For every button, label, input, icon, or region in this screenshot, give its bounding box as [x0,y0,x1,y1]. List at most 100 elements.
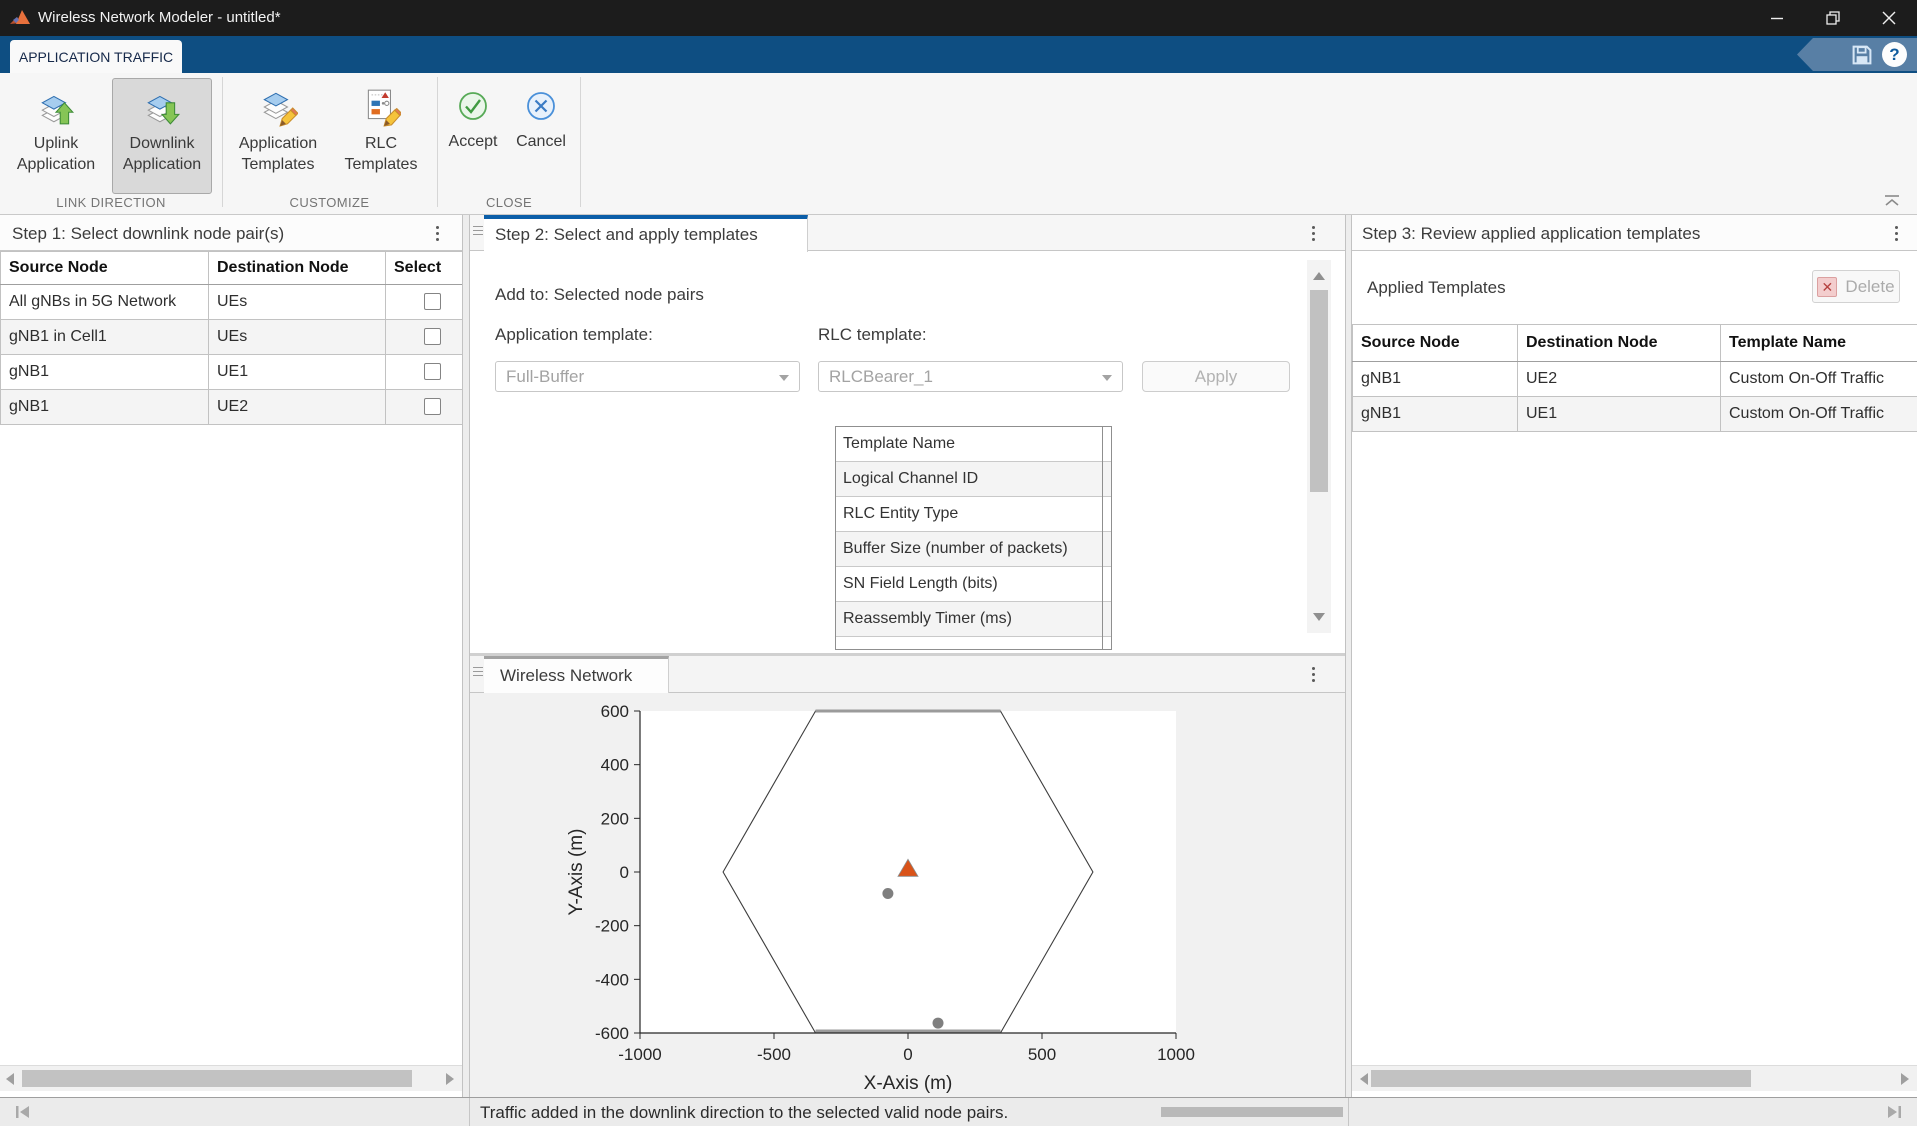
rlc-template-dropdown[interactable]: RLCBearer_1 [818,361,1123,392]
button-label: Uplink [17,133,95,154]
application-template-dropdown[interactable]: Full-Buffer [495,361,800,392]
step1-panel: Step 1: Select downlink node pair(s) Sou… [0,215,462,1097]
delete-button[interactable]: ✕ Delete [1812,270,1900,303]
scrollbar-thumb[interactable] [1371,1070,1751,1087]
wireless-network-tab[interactable]: Wireless Network [484,656,669,693]
button-label: Accept [449,131,498,152]
column-header: Source Node [1,252,209,285]
collapse-ribbon-icon[interactable] [1883,194,1901,208]
applied-templates-table: Source Node Destination Node Template Na… [1352,324,1917,432]
network-plot[interactable]: -1000-50005001000-600-400-2000200400600X… [470,693,1345,1097]
step3-title: Step 3: Review applied application templ… [1362,224,1700,244]
svg-text:-500: -500 [757,1045,791,1064]
status-bar: Traffic added in the downlink direction … [0,1097,1917,1126]
scroll-right-icon[interactable] [1901,1073,1909,1085]
list-item[interactable]: Buffer Size (number of packets) [836,532,1111,567]
accept-button[interactable]: Accept [440,78,506,194]
scroll-down-icon[interactable] [1313,613,1325,621]
svg-text:0: 0 [620,863,629,882]
skip-to-start-icon[interactable] [15,1105,31,1119]
restore-button[interactable] [1805,0,1861,36]
source-node-cell: gNB1 [1353,397,1518,432]
matlab-logo-icon [9,7,31,29]
group-customize: ApplicationTemplates RLCTemplates CUSTOM… [223,73,436,214]
group-label-close: CLOSE [438,195,580,210]
table-row[interactable]: All gNBs in 5G Network UEs [1,285,464,320]
rlc-templates-button[interactable]: RLCTemplates [331,78,431,194]
step2-vertical-scrollbar[interactable] [1307,260,1331,633]
list-item[interactable]: Logical Channel ID [836,462,1111,497]
step1-title: Step 1: Select downlink node pair(s) [12,224,284,244]
scrollbar-thumb[interactable] [22,1070,412,1087]
table-row[interactable]: gNB1 UE2 [1,390,464,425]
row-select-checkbox[interactable] [424,328,441,345]
row-select-checkbox[interactable] [424,398,441,415]
button-label: Templates [239,154,317,175]
minimize-icon [1770,11,1784,25]
template-name-cell: Custom On-Off Traffic [1721,397,1917,432]
wireless-network-menu-icon[interactable] [1306,664,1320,684]
drag-handle-icon[interactable] [473,667,484,681]
table-row[interactable]: gNB1 in Cell1 UEs [1,320,464,355]
toolbar-separator [580,77,581,207]
button-label: Application [17,154,95,175]
list-item[interactable]: RLC Entity Type [836,497,1111,532]
step1-horizontal-scrollbar[interactable] [0,1065,462,1091]
scroll-left-icon[interactable] [1360,1073,1368,1085]
tab-application-traffic[interactable]: APPLICATION TRAFFIC [10,40,182,73]
source-node-cell: gNB1 in Cell1 [1,320,209,355]
svg-text:-600: -600 [595,1024,629,1043]
delete-label: Delete [1845,277,1894,297]
list-item[interactable]: Template Name [836,427,1111,462]
status-divider [1348,1098,1349,1126]
skip-to-end-icon[interactable] [1886,1105,1902,1119]
source-node-cell: All gNBs in 5G Network [1,285,209,320]
close-button[interactable] [1861,0,1917,36]
layers-down-arrow-icon [142,87,182,127]
step3-menu-icon[interactable] [1889,223,1903,243]
table-row[interactable]: gNB1 UE1 Custom On-Off Traffic [1353,397,1917,432]
delete-x-icon: ✕ [1817,277,1837,297]
apply-button[interactable]: Apply [1142,361,1290,392]
minimize-button[interactable] [1749,0,1805,36]
button-label: Templates [345,154,418,175]
application-templates-button[interactable]: ApplicationTemplates [228,78,328,194]
step1-menu-icon[interactable] [430,223,444,243]
row-select-checkbox[interactable] [424,363,441,380]
table-row[interactable]: gNB1 UE2 Custom On-Off Traffic [1353,362,1917,397]
table-row[interactable]: gNB1 UE1 [1,355,464,390]
downlink-application-button[interactable]: DownlinkApplication [112,78,212,194]
row-select-checkbox[interactable] [424,293,441,310]
svg-text:X-Axis (m): X-Axis (m) [864,1073,953,1094]
svg-text:Y-Axis (m): Y-Axis (m) [566,829,587,916]
cancel-button[interactable]: Cancel [508,78,574,194]
status-scrollbar-thumb[interactable] [1161,1107,1343,1117]
svg-text:-1000: -1000 [618,1045,661,1064]
column-header: Template Name [1721,325,1917,362]
group-label-link-direction: LINK DIRECTION [0,195,222,210]
help-icon[interactable]: ? [1882,42,1907,67]
step2-panel: Step 2: Select and apply templates Add t… [470,215,1345,653]
window-title: Wireless Network Modeler - untitled* [38,9,281,26]
step2-menu-icon[interactable] [1306,223,1320,243]
scrollbar-thumb[interactable] [1310,290,1328,492]
wireless-network-tab-label: Wireless Network [500,666,632,686]
template-name-cell: Custom On-Off Traffic [1721,362,1917,397]
drag-handle-icon[interactable] [473,226,484,240]
destination-node-cell: UE2 [1518,362,1721,397]
list-item[interactable]: Reassembly Timer (ms) [836,602,1111,637]
save-icon[interactable] [1850,43,1874,67]
panel-splitter[interactable] [1345,215,1352,1097]
scroll-up-icon[interactable] [1313,272,1325,280]
step2-tab[interactable]: Step 2: Select and apply templates [484,215,808,252]
scroll-left-icon[interactable] [6,1073,14,1085]
scroll-right-icon[interactable] [446,1073,454,1085]
step3-horizontal-scrollbar[interactable] [1352,1065,1917,1091]
source-node-cell: gNB1 [1353,362,1518,397]
uplink-application-button[interactable]: UplinkApplication [6,78,106,194]
panel-splitter[interactable] [462,215,470,1097]
document-pencil-icon [361,87,401,127]
list-item[interactable]: SN Field Length (bits) [836,567,1111,602]
ribbon-toolbar: UplinkApplication DownlinkApplication LI… [0,73,1917,215]
svg-text:200: 200 [601,809,629,828]
